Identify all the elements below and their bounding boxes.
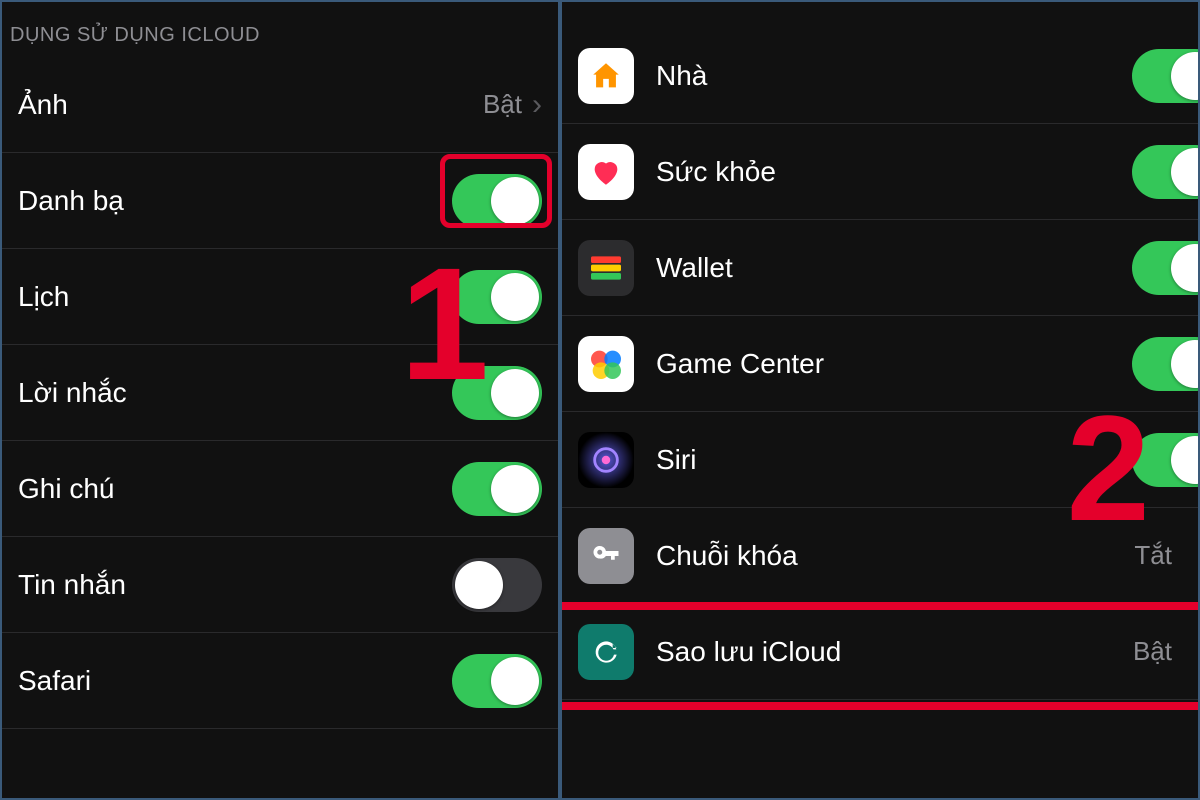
row-reminders[interactable]: Lời nhắc (2, 345, 558, 441)
row-keychain[interactable]: Chuỗi khóa Tắt (562, 508, 1198, 604)
keychain-icon (578, 528, 634, 584)
highlight-bar-bottom (562, 702, 1198, 710)
row-siri[interactable]: Siri (562, 412, 1198, 508)
icloud-settings-pane-2: Nhà Sức khỏe Wallet (562, 2, 1198, 798)
toggle-wallet[interactable] (1132, 241, 1198, 295)
gamecenter-icon (578, 336, 634, 392)
health-icon (578, 144, 634, 200)
row-label: Sức khỏe (656, 156, 1132, 188)
toggle-siri[interactable] (1132, 433, 1198, 487)
toggle-gamecenter[interactable] (1132, 337, 1198, 391)
chevron-right-icon: › (532, 88, 542, 122)
row-calendar[interactable]: Lịch (2, 249, 558, 345)
toggle-messages[interactable] (452, 558, 542, 612)
toggle-contacts[interactable] (452, 174, 542, 228)
backup-icon (578, 624, 634, 680)
row-label: Nhà (656, 60, 1132, 92)
toggle-health[interactable] (1132, 145, 1198, 199)
row-label: Wallet (656, 252, 1132, 284)
icloud-settings-pane-1: DỤNG SỬ DỤNG ICLOUD Ảnh Bật › Danh bạ Lị… (2, 2, 562, 798)
row-gamecenter[interactable]: Game Center (562, 316, 1198, 412)
row-health[interactable]: Sức khỏe (562, 124, 1198, 220)
row-icloud-backup[interactable]: Sao lưu iCloud Bật (562, 604, 1198, 700)
row-value: Bật (483, 89, 522, 120)
row-value: Bật (1133, 636, 1172, 667)
row-label: Danh bạ (18, 185, 452, 217)
row-label: Safari (18, 665, 452, 697)
toggle-home[interactable] (1132, 49, 1198, 103)
wallet-icon (578, 240, 634, 296)
row-photos[interactable]: Ảnh Bật › (2, 57, 558, 153)
row-label: Lời nhắc (18, 377, 452, 409)
row-label: Game Center (656, 348, 1132, 380)
row-label: Chuỗi khóa (656, 540, 1134, 572)
row-notes[interactable]: Ghi chú (2, 441, 558, 537)
home-icon (578, 48, 634, 104)
toggle-notes[interactable] (452, 462, 542, 516)
row-wallet[interactable]: Wallet (562, 220, 1198, 316)
row-label: Siri (656, 444, 1132, 476)
row-label: Ghi chú (18, 473, 452, 505)
toggle-reminders[interactable] (452, 366, 542, 420)
row-contacts[interactable]: Danh bạ (2, 153, 558, 249)
toggle-calendar[interactable] (452, 270, 542, 324)
row-messages[interactable]: Tin nhắn (2, 537, 558, 633)
row-label: Tin nhắn (18, 569, 452, 601)
row-label: Sao lưu iCloud (656, 636, 1133, 668)
row-label: Ảnh (18, 89, 483, 121)
section-header: DỤNG SỬ DỤNG ICLOUD (2, 2, 558, 57)
row-home[interactable]: Nhà (562, 28, 1198, 124)
siri-icon (578, 432, 634, 488)
row-value: Tắt (1134, 540, 1172, 571)
row-safari[interactable]: Safari (2, 633, 558, 729)
toggle-safari[interactable] (452, 654, 542, 708)
row-label: Lịch (18, 281, 452, 313)
